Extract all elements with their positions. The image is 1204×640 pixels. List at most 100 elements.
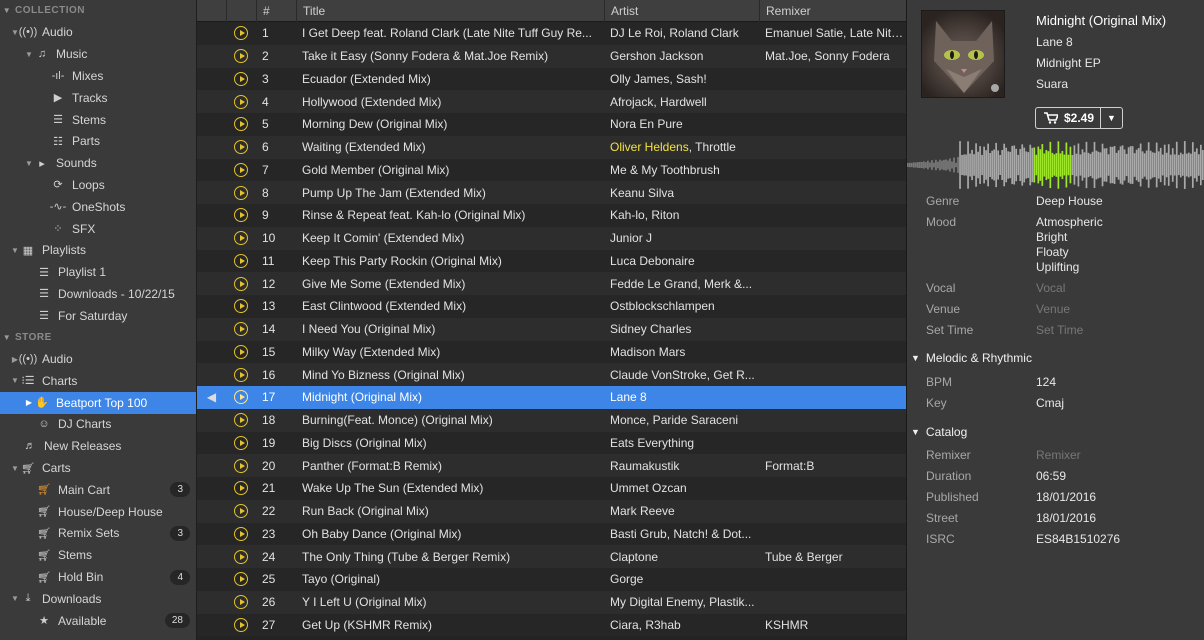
title-cell[interactable]: Big Discs (Original Mix) [296,436,604,450]
sidebar-item-playlist-1[interactable]: ☰ Playlist 1 [0,261,196,283]
play-icon[interactable] [234,617,248,632]
sidebar-item-audio[interactable]: ▼ ((•)) Audio [0,22,196,44]
table-row[interactable]: 2 Take it Easy (Sonny Fodera & Mat.Joe Re… [197,44,907,68]
artist-cell[interactable]: Monce, Paride Saraceni [604,413,759,427]
title-cell[interactable]: Ecuador (Extended Mix) [296,72,604,86]
play-icon[interactable] [234,595,248,610]
column-number[interactable]: # [256,0,296,22]
artist-cell[interactable]: Ummet Ozcan [604,481,759,495]
title-cell[interactable]: I Get Deep feat. Roland Clark (Late Nite… [296,26,604,40]
sidebar-item-parts[interactable]: ☷ Parts [0,130,196,152]
play-icon[interactable] [234,572,248,587]
play-cell[interactable] [226,49,256,64]
play-icon[interactable] [234,276,248,291]
table-row[interactable]: 18 Burning(Feat. Monce) (Original Mix) Mon… [197,408,906,432]
table-row[interactable]: 7 Gold Member (Original Mix) Me & My Tooth… [197,158,906,182]
play-cell[interactable] [226,162,256,177]
play-icon[interactable] [234,367,248,382]
play-cell[interactable] [226,435,256,450]
triangle-down-icon[interactable]: ▼ [10,376,20,385]
settime-value[interactable]: Set Time [1036,323,1083,337]
sidebar-item-beatport-top-100[interactable]: ▶ ✋ Beatport Top 100 [0,391,196,414]
artist-cell[interactable]: Claude VonStroke, Get R... [604,368,759,382]
table-row[interactable]: 11 Keep This Party Rockin (Original Mix) L… [197,249,906,273]
artist-cell[interactable]: Keanu Silva [604,186,759,200]
play-icon[interactable] [234,526,248,541]
table-row[interactable]: 27 Get Up (KSHMR Remix) Ciara, R3hab KSHMR [197,613,907,637]
remixer-cell[interactable]: KSHMR [759,618,907,632]
play-cell[interactable] [226,413,256,428]
remixer-cell[interactable]: Emanuel Satie, Late Nite... [759,26,907,40]
column-play[interactable] [226,0,256,22]
play-cell[interactable] [226,344,256,359]
play-cell[interactable] [226,367,256,382]
sidebar-item-mixes[interactable]: -ıl- Mixes [0,65,196,87]
table-row[interactable]: 26 Y I Left U (Original Mix) My Digital En… [197,590,906,614]
triangle-down-icon[interactable]: ▼ [24,50,34,59]
table-row[interactable]: 5 Morning Dew (Original Mix) Nora En Pure [197,113,906,136]
play-icon[interactable] [234,49,248,64]
triangle-down-icon[interactable]: ▼ [2,0,12,21]
artist-cell[interactable]: Afrojack, Hardwell [604,95,759,109]
triangle-down-icon[interactable]: ▼ [2,327,12,348]
artist-cell[interactable]: Luca Debonaire [604,254,759,268]
play-cell[interactable] [226,276,256,291]
artist-cell[interactable]: Ciara, R3hab [604,618,759,632]
play-cell[interactable] [226,526,256,541]
title-cell[interactable]: Keep It Comin' (Extended Mix) [296,231,604,245]
play-cell[interactable] [226,185,256,200]
title-cell[interactable]: Morning Dew (Original Mix) [296,117,604,131]
play-icon[interactable] [234,162,248,177]
artist-cell[interactable]: Madison Mars [604,345,759,359]
triangle-right-icon[interactable]: ▶ [24,398,34,407]
play-icon[interactable] [234,185,248,200]
section-collection[interactable]: ▼ COLLECTION [0,0,196,22]
track-artist[interactable]: Lane 8 [1036,35,1073,49]
play-icon[interactable] [234,94,248,109]
buy-button[interactable]: $2.49 ▼ [1035,107,1123,129]
title-cell[interactable]: The Only Thing (Tube & Berger Remix) [296,550,604,564]
table-row[interactable]: 9 Rinse & Repeat feat. Kah-lo (Original M… [197,204,906,227]
table-row[interactable]: 25 Tayo (Original) Gorge [197,568,906,591]
sidebar-item-carts[interactable]: ▼ 🛒︎ Carts [0,457,196,479]
sidebar-item-house-deep-house[interactable]: 🛒︎ House/Deep House [0,501,196,523]
chevron-down-icon[interactable]: ▼ [1100,108,1122,128]
album-art[interactable] [921,10,1005,98]
artist-cell[interactable]: Mark Reeve [604,504,759,518]
title-cell[interactable]: Milky Way (Extended Mix) [296,345,604,359]
table-row[interactable]: 15 Milky Way (Extended Mix) Madison Mars [197,340,906,364]
play-icon[interactable] [234,390,248,405]
artist-cell[interactable]: Eats Everything [604,436,759,450]
play-cell[interactable] [226,549,256,564]
play-cell[interactable] [226,458,256,473]
genre-value[interactable]: Deep House [1036,194,1103,208]
title-cell[interactable]: Gold Member (Original Mix) [296,163,604,177]
artist-highlight[interactable]: Oliver Heldens [610,140,689,154]
artist-cell[interactable]: Fedde Le Grand, Merk &... [604,277,759,291]
sidebar-item-available[interactable]: ★ Available 28 [0,610,196,632]
artist-cell[interactable]: Junior J [604,231,759,245]
table-row[interactable]: 13 East Clintwood (Extended Mix) Ostblocks… [197,295,906,318]
play-cell[interactable] [226,231,256,246]
title-cell[interactable]: I Need You (Original Mix) [296,322,604,336]
artist-cell[interactable]: Basti Grub, Natch! & Dot... [604,527,759,541]
title-cell[interactable]: Rinse & Repeat feat. Kah-lo (Original Mi… [296,208,604,222]
play-cell[interactable] [226,71,256,86]
table-row[interactable]: 4 Hollywood (Extended Mix) Afrojack, Hardw… [197,90,906,113]
remixer-cell[interactable]: Mat.Joe, Sonny Fodera [759,49,907,63]
play-cell[interactable] [226,94,256,109]
sidebar-item-new-releases[interactable]: ♬ New Releases [0,435,196,457]
play-cell[interactable] [226,299,256,314]
sidebar-item-oneshots[interactable]: -∿- OneShots [0,196,196,218]
sidebar-item-downloads-playlist[interactable]: ☰ Downloads - 10/22/15 [0,283,196,305]
title-cell[interactable]: Mind Yo Bizness (Original Mix) [296,368,604,382]
artist-cell[interactable]: DJ Le Roi, Roland Clark [604,26,759,40]
play-icon[interactable] [234,481,248,496]
play-cell[interactable] [226,253,256,268]
play-icon[interactable] [234,208,248,223]
sidebar-item-for-saturday[interactable]: ☰ For Saturday [0,305,196,327]
artist-cell[interactable]: Olly James, Sash! [604,72,759,86]
sidebar-item-store-audio[interactable]: ▶ ((•)) Audio [0,348,196,370]
sidebar-item-sounds[interactable]: ▼ ▸ Sounds [0,152,196,174]
triangle-down-icon[interactable]: ▼ [10,594,20,603]
